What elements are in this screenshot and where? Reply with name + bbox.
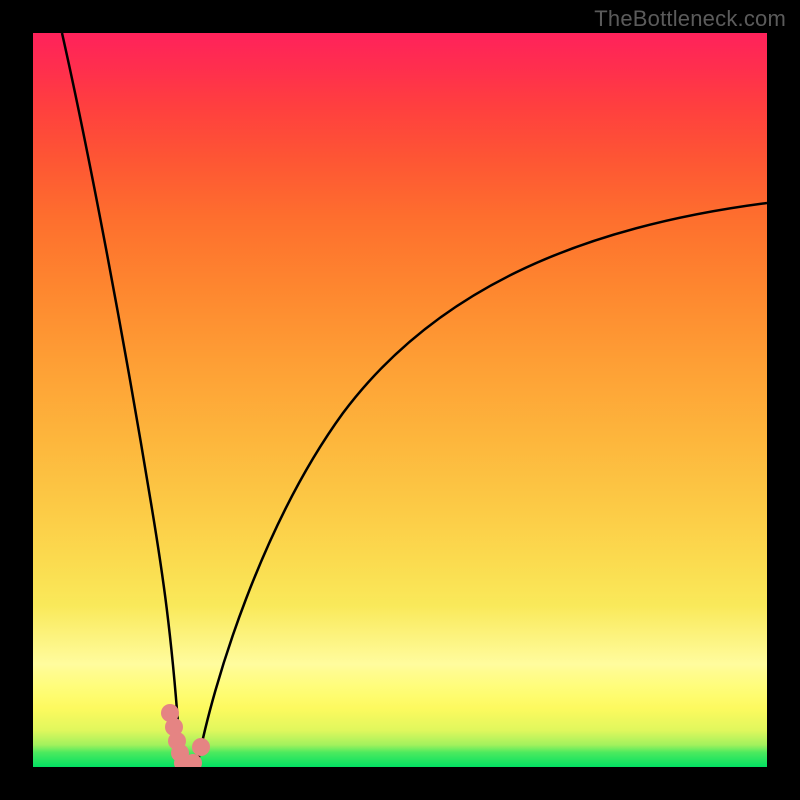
watermark-text: TheBottleneck.com — [594, 6, 786, 32]
left-curve — [62, 33, 181, 767]
chart-frame: TheBottleneck.com — [0, 0, 800, 800]
chart-curves-svg — [33, 33, 767, 767]
right-curve — [197, 203, 767, 767]
